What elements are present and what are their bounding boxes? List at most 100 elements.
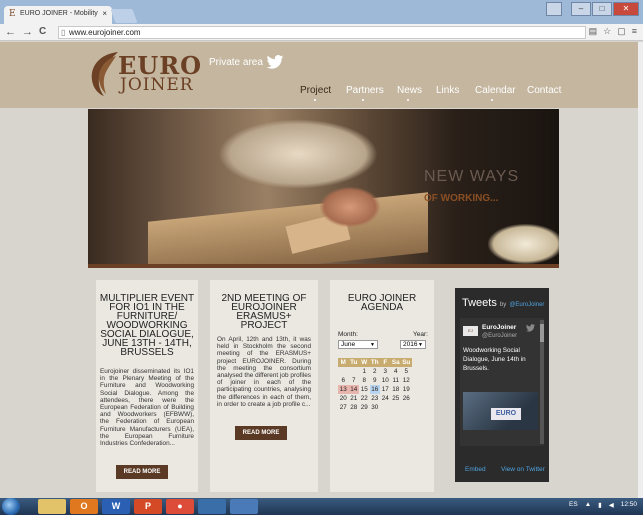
system-tray: ES ▲ ▮ ◀ 12:50 — [569, 501, 637, 509]
forward-button[interactable]: → — [22, 25, 33, 39]
news-1-read-more-button[interactable]: READ MORE — [116, 465, 168, 479]
calendar-day[interactable]: 30 — [370, 403, 381, 412]
calendar-day[interactable]: 27 — [338, 403, 349, 412]
view-on-twitter-link[interactable]: View on Twitter — [501, 466, 545, 473]
news-card-1: MULTIPLIER EVENT FOR IO1 IN THE FURNITUR… — [96, 280, 198, 492]
menu-icon[interactable]: ≡ — [632, 26, 637, 37]
month-select[interactable]: June ▼ — [338, 340, 378, 349]
tweet-author-name[interactable]: EuroJoiner — [482, 324, 516, 331]
file-explorer-icon[interactable] — [38, 499, 66, 514]
calendar-day[interactable]: 5 — [401, 367, 412, 376]
calendar-empty — [401, 403, 412, 412]
tweet: EJ EuroJoiner @EuroJoiner Woodworking So… — [460, 318, 544, 446]
news-1-body: Eurojoiner disseminated its IO1 in the P… — [100, 368, 194, 448]
browser-tab[interactable]: E EURO JOINER - Mobility × — [4, 6, 112, 24]
calendar-day[interactable]: 11 — [391, 376, 402, 385]
window-app-icon[interactable] — [230, 499, 258, 514]
news-2-read-more-button[interactable]: READ MORE — [235, 426, 287, 440]
twitter-widget-header: Tweets by @EuroJoiner — [462, 297, 544, 309]
calendar-day[interactable]: 28 — [349, 403, 360, 412]
site-favicon-icon: E — [9, 9, 16, 19]
menu-links[interactable]: Links — [436, 85, 459, 96]
logo-icon[interactable] — [86, 48, 122, 96]
calendar-day[interactable]: 9 — [370, 376, 381, 385]
page-scrollbar[interactable] — [638, 42, 643, 498]
maximize-button[interactable]: □ — [592, 2, 612, 16]
calendar-day[interactable]: 6 — [338, 376, 349, 385]
network-icon[interactable]: ▮ — [598, 501, 602, 509]
reload-button[interactable]: C — [39, 25, 46, 39]
twitter-bird-icon — [526, 324, 535, 332]
chrome-icon[interactable]: ● — [166, 499, 194, 514]
menu-contact[interactable]: Contact — [527, 85, 561, 96]
close-window-button[interactable]: ✕ — [613, 2, 639, 16]
tab-close-icon[interactable]: × — [102, 9, 107, 18]
year-select[interactable]: 2016 ▼ — [400, 340, 426, 349]
calendar-day[interactable]: 18 — [391, 385, 402, 394]
calendar-day[interactable]: 2 — [370, 367, 381, 376]
new-tab-button[interactable] — [110, 9, 138, 23]
chevron-down-icon: ▼ — [418, 342, 423, 348]
twitter-widget: Tweets by @EuroJoiner EJ EuroJoiner @Eur… — [455, 288, 549, 482]
volume-icon[interactable]: ◀ — [609, 501, 614, 509]
calendar-day[interactable]: 12 — [401, 376, 412, 385]
flag-app-icon[interactable] — [198, 499, 226, 514]
back-button[interactable]: ← — [5, 25, 16, 39]
calendar-day[interactable]: 21 — [349, 394, 360, 403]
calendar-day[interactable]: 24 — [380, 394, 391, 403]
calendar-day[interactable]: 15 — [359, 385, 370, 394]
calendar-day[interactable]: 1 — [359, 367, 370, 376]
menu-news[interactable]: News — [397, 85, 422, 96]
twitter-handle-link[interactable]: @EuroJoiner — [509, 302, 544, 308]
calendar-day[interactable]: 14 — [348, 385, 359, 394]
user-icon[interactable] — [546, 2, 562, 16]
calendar-day[interactable]: 20 — [338, 394, 349, 403]
menu-partners[interactable]: Partners — [346, 85, 384, 96]
calendar-day[interactable]: 13 — [338, 385, 349, 394]
minimize-button[interactable]: – — [571, 2, 591, 16]
clock[interactable]: 12:50 — [621, 501, 637, 509]
calendar-day[interactable]: 22 — [359, 394, 370, 403]
embed-link[interactable]: Embed — [465, 466, 486, 473]
calendar-day[interactable]: 10 — [380, 376, 391, 385]
tweet-image[interactable]: EURO — [463, 392, 538, 430]
calendar-day[interactable]: 26 — [401, 394, 412, 403]
news-1-title[interactable]: MULTIPLIER EVENT FOR IO1 IN THE FURNITUR… — [99, 294, 195, 358]
agenda-title: EURO JOINER AGENDA — [347, 293, 417, 313]
year-value: 2016 — [403, 341, 418, 348]
private-area-link[interactable]: Private area — [209, 57, 263, 68]
calendar-day[interactable]: 16 — [369, 385, 380, 394]
word-icon[interactable]: W — [102, 499, 130, 514]
calendar-day[interactable]: 19 — [401, 385, 412, 394]
bookmark-star-icon[interactable]: ☆ — [603, 26, 611, 37]
tray-arrow-icon[interactable]: ▲ — [585, 501, 591, 509]
agenda-card: EURO JOINER AGENDA Month: Year: June ▼ 20… — [330, 280, 434, 492]
calendar-day[interactable]: 3 — [380, 367, 391, 376]
calendar-day[interactable]: 8 — [359, 376, 370, 385]
tweet-author-handle[interactable]: @EuroJoiner — [482, 333, 517, 339]
extension-icon[interactable]: ▢ — [617, 26, 626, 37]
avatar[interactable]: EJ — [463, 326, 478, 336]
powerpoint-icon[interactable]: P — [134, 499, 162, 514]
calendar-day[interactable]: 17 — [380, 385, 391, 394]
news-card-2: 2ND MEETING OF EUROJOINER ERASMUS+ PROJE… — [210, 280, 318, 492]
calendar-day[interactable]: 7 — [349, 376, 360, 385]
translate-icon[interactable]: ▤ — [589, 26, 598, 37]
menu-calendar[interactable]: Calendar — [475, 85, 516, 96]
language-indicator[interactable]: ES — [569, 501, 578, 509]
news-2-title[interactable]: 2ND MEETING OF EUROJOINER ERASMUS+ PROJE… — [213, 294, 315, 331]
address-bar[interactable]: ▯ www.eurojoiner.com — [58, 26, 586, 39]
calendar-empty — [391, 403, 402, 412]
calendar-day[interactable]: 4 — [391, 367, 402, 376]
twitter-icon[interactable] — [266, 55, 284, 69]
outlook-icon[interactable]: O — [70, 499, 98, 514]
calendar-day[interactable]: 29 — [359, 403, 370, 412]
calendar-day[interactable]: 25 — [391, 394, 402, 403]
calendar-day[interactable]: 23 — [370, 394, 381, 403]
menu-indicator — [314, 99, 316, 101]
start-button[interactable] — [2, 498, 20, 515]
twitter-scrollbar[interactable] — [540, 320, 544, 444]
news-2-body: On April, 12th and 13th, it was held in … — [217, 336, 311, 408]
weekday-header: Th — [369, 358, 380, 367]
menu-project[interactable]: Project — [300, 85, 331, 96]
